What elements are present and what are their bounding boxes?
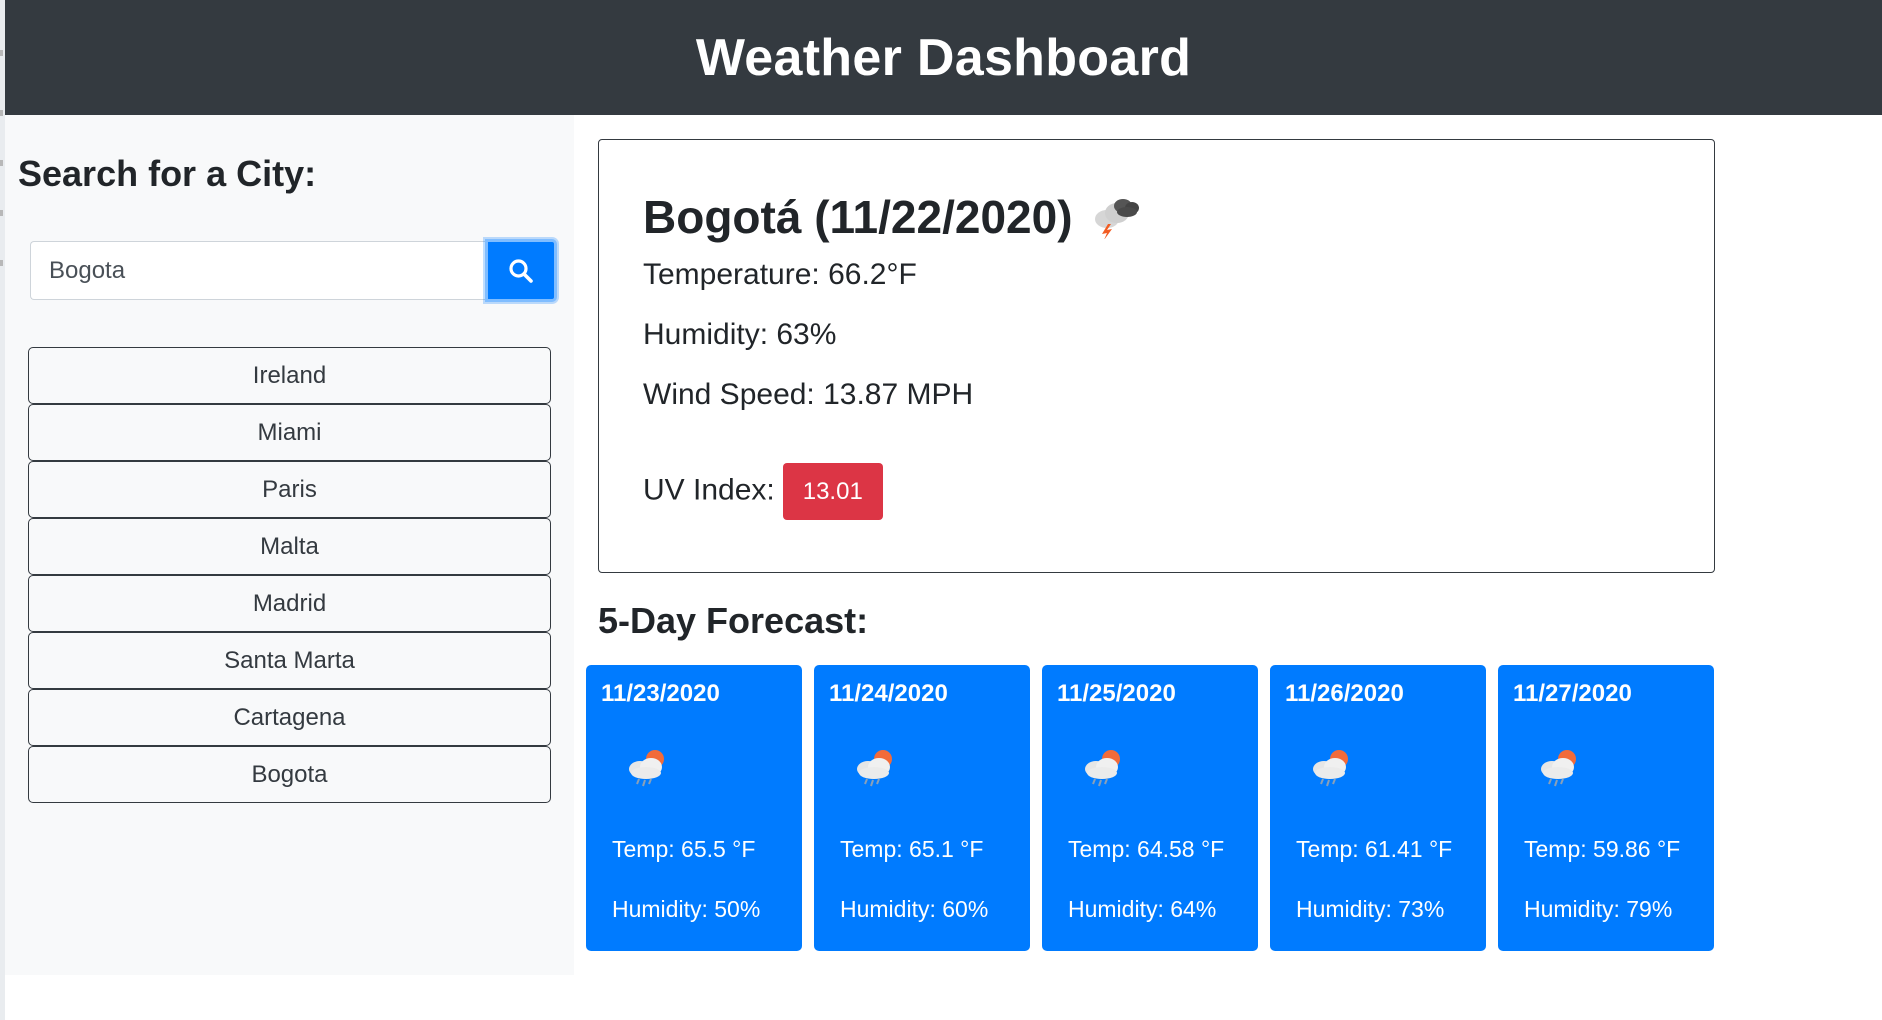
search-sidebar: Search for a City: Ireland Miami Paris M… [5, 115, 574, 975]
forecast-humidity: Humidity: 60% [840, 896, 989, 922]
history-button[interactable]: Bogota [28, 746, 551, 803]
history-button[interactable]: Madrid [28, 575, 551, 632]
forecast-date: 11/26/2020 [1285, 680, 1404, 707]
search-group [30, 239, 557, 302]
page-title: Weather Dashboard [695, 28, 1192, 87]
current-wind-speed: Wind Speed: 13.87 MPH [643, 378, 974, 411]
edge-mark [0, 260, 3, 266]
edge-mark [0, 210, 3, 216]
search-button[interactable] [485, 239, 557, 302]
forecast-date: 11/25/2020 [1057, 680, 1176, 707]
uv-index-row: UV Index: 13.01 [643, 463, 883, 520]
forecast-humidity: Humidity: 73% [1296, 896, 1445, 922]
current-temperature: Temperature: 66.2°F [643, 258, 917, 291]
thunderstorm-icon [1087, 191, 1147, 244]
history-button[interactable]: Cartagena [28, 689, 551, 746]
city-search-input[interactable] [30, 241, 485, 300]
forecast-humidity: Humidity: 50% [612, 896, 761, 922]
forecast-date: 11/27/2020 [1513, 680, 1632, 707]
forecast-temp: Temp: 64.58 °F [1068, 836, 1225, 862]
rain-cloud-sun-icon [852, 745, 902, 794]
forecast-temp: Temp: 61.41 °F [1296, 836, 1453, 862]
forecast-date: 11/23/2020 [601, 680, 720, 707]
forecast-temp: Temp: 59.86 °F [1524, 836, 1681, 862]
current-weather-card: Bogotá (11/22/2020) Temperature: 66.2°F … [598, 139, 1715, 573]
rain-cloud-sun-icon [1308, 745, 1358, 794]
history-button[interactable]: Paris [28, 461, 551, 518]
edge-mark [0, 50, 3, 56]
forecast-card: 11/25/2020 Temp: 64.58 °F Humidity: 64% [1042, 665, 1258, 951]
edge-mark [0, 160, 3, 166]
history-button[interactable]: Miami [28, 404, 551, 461]
history-button[interactable]: Ireland [28, 347, 551, 404]
rain-cloud-sun-icon [624, 745, 674, 794]
current-city-title: Bogotá (11/22/2020) [643, 191, 1073, 243]
forecast-row: 11/23/2020 Temp: 65.5 °F Humidity: 50% 1… [586, 665, 1714, 951]
forecast-card: 11/23/2020 Temp: 65.5 °F Humidity: 50% [586, 665, 802, 951]
history-button[interactable]: Malta [28, 518, 551, 575]
uv-index-badge: 13.01 [782, 463, 883, 520]
edge-mark [0, 110, 3, 116]
search-history-list: Ireland Miami Paris Malta Madrid Santa M… [28, 347, 551, 803]
forecast-card: 11/27/2020 Temp: 59.86 °F Humidity: 79% [1498, 665, 1714, 951]
current-humidity: Humidity: 63% [643, 318, 837, 351]
search-icon [509, 258, 533, 283]
search-heading: Search for a City: [18, 153, 317, 194]
forecast-temp: Temp: 65.5 °F [612, 836, 756, 862]
history-button[interactable]: Santa Marta [28, 632, 551, 689]
rain-cloud-sun-icon [1536, 745, 1586, 794]
forecast-humidity: Humidity: 79% [1524, 896, 1673, 922]
forecast-card: 11/26/2020 Temp: 61.41 °F Humidity: 73% [1270, 665, 1486, 951]
forecast-humidity: Humidity: 64% [1068, 896, 1217, 922]
forecast-heading: 5-Day Forecast: [598, 600, 869, 641]
forecast-card: 11/24/2020 Temp: 65.1 °F Humidity: 60% [814, 665, 1030, 951]
rain-cloud-sun-icon [1080, 745, 1130, 794]
app-header: Weather Dashboard [5, 0, 1882, 115]
uv-index-label: UV Index: [643, 473, 775, 507]
forecast-temp: Temp: 65.1 °F [840, 836, 984, 862]
forecast-date: 11/24/2020 [829, 680, 948, 707]
current-city-title-row: Bogotá (11/22/2020) [643, 190, 1147, 244]
